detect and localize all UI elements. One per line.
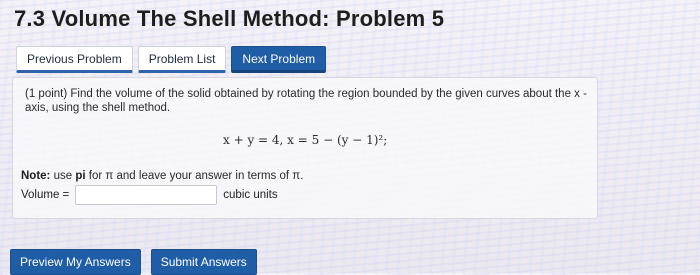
problem-text: Find the volume of the solid obtained by…	[25, 88, 587, 114]
problem-statement: (1 point) Find the volume of the solid o…	[25, 87, 591, 115]
problem-navigation: Previous Problem Problem List Next Probl…	[16, 46, 327, 73]
answer-note: Note: use pi for π and leave your answer…	[21, 170, 303, 182]
note-rest: for π and leave your answer in terms of …	[85, 170, 304, 182]
page-title: 7.3 Volume The Shell Method: Problem 5	[14, 6, 445, 31]
previous-problem-button[interactable]: Previous Problem	[16, 46, 133, 73]
submit-answers-button[interactable]: Submit Answers	[150, 249, 257, 275]
preview-answers-button[interactable]: Preview My Answers	[10, 249, 141, 275]
problem-list-button[interactable]: Problem List	[137, 46, 227, 73]
note-heading: Note:	[21, 170, 51, 182]
answer-actions: Preview My Answers Submit Answers	[10, 249, 257, 275]
note-pi: pi	[75, 170, 86, 182]
units-label: cubic units	[223, 189, 278, 201]
volume-answer-input[interactable]	[75, 185, 218, 205]
next-problem-button[interactable]: Next Problem	[231, 46, 327, 73]
note-text: use	[50, 170, 76, 182]
problem-equation: x + y = 4, x = 5 − (y − 1)²;	[223, 133, 388, 147]
volume-label: Volume =	[21, 189, 70, 201]
problem-points: (1 point)	[25, 88, 68, 100]
problem-panel: (1 point) Find the volume of the solid o…	[12, 77, 598, 219]
answer-row: Volume = cubic units	[21, 185, 278, 205]
